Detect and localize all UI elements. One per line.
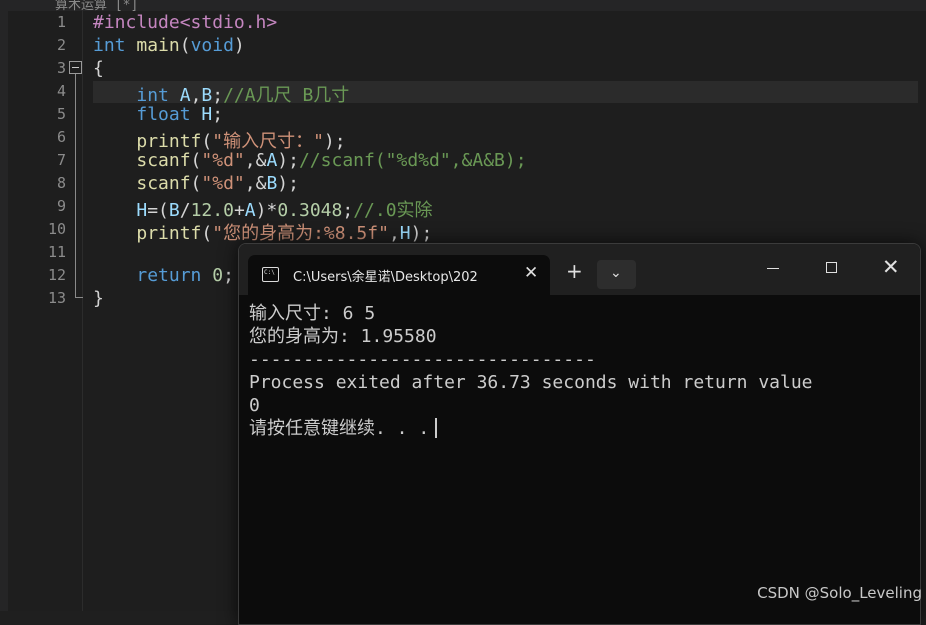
code-text[interactable]: return 0;	[93, 265, 234, 286]
code-line[interactable]: 4 int A,B;//A几尺 B几寸	[0, 80, 926, 106]
terminal-output[interactable]: 输入尺寸: 6 5 您的身高为: 1.95580 ---------------…	[249, 302, 909, 440]
output-line: 输入尺寸: 6 5	[249, 303, 376, 324]
watermark: CSDN @Solo_Leveling	[757, 584, 922, 602]
terminal-tab[interactable]: C:\Users\余星诺\Desktop\202 ✕	[248, 255, 550, 295]
code-line[interactable]: 8 scanf("%d",&B);	[0, 172, 926, 195]
code-text[interactable]: scanf("%d",&A);//scanf("%d%d",&A&B);	[93, 150, 526, 171]
code-line[interactable]: 10 printf("您的身高为:%8.5f",H);	[0, 218, 926, 244]
line-number: 2	[56, 36, 66, 54]
line-number: 5	[56, 105, 66, 123]
minimize-icon[interactable]	[767, 268, 779, 269]
code-text[interactable]: float H;	[93, 104, 223, 125]
code-line[interactable]: 2 int main(void)	[0, 34, 926, 57]
terminal-tab-title: C:\Users\余星诺\Desktop\202	[293, 270, 478, 285]
line-number: 13	[47, 289, 66, 307]
tab-dropdown-button[interactable]: ⌄	[597, 260, 636, 289]
code-line[interactable]: 7 scanf("%d",&A);//scanf("%d%d",&A&B);	[0, 149, 926, 172]
line-number: 9	[56, 197, 66, 215]
output-line: 0	[249, 395, 260, 416]
code-text[interactable]: int main(void)	[93, 35, 245, 56]
close-window-icon[interactable]: ✕	[882, 255, 900, 279]
line-number: 10	[47, 220, 66, 238]
code-text[interactable]: }	[93, 288, 104, 309]
code-line[interactable]: 5 float H;	[0, 103, 926, 126]
continue-prompt: 请按任意键继续. . .	[249, 418, 430, 439]
code-line[interactable]: 6 printf("输入尺寸：");	[0, 126, 926, 152]
terminal-window[interactable]: C:\Users\余星诺\Desktop\202 ✕ + ⌄ ✕ 输入尺寸: 6…	[238, 243, 921, 625]
line-number: 4	[56, 82, 66, 100]
line-number: 12	[47, 266, 66, 284]
chevron-down-icon: ⌄	[610, 265, 622, 281]
code-line[interactable]: 9 H=(B/12.0+A)*0.3048;//.0实除	[0, 195, 926, 221]
line-number: 6	[56, 128, 66, 146]
new-tab-plus-icon[interactable]: +	[566, 261, 583, 281]
code-text[interactable]: {	[93, 58, 104, 79]
output-line: 您的身高为: 1.95580	[249, 326, 437, 347]
editor-tab-strip: 算术运算 [*]	[0, 0, 926, 13]
code-line[interactable]: 3{	[0, 57, 926, 80]
text-cursor	[435, 418, 438, 438]
line-number: 8	[56, 174, 66, 192]
cmd-icon	[262, 267, 279, 282]
maximize-icon[interactable]	[826, 262, 837, 273]
tab-close-icon[interactable]: ✕	[524, 263, 538, 283]
terminal-titlebar[interactable]: C:\Users\余星诺\Desktop\202 ✕ + ⌄ ✕	[239, 244, 920, 295]
code-text[interactable]: scanf("%d",&B);	[93, 173, 299, 194]
output-line: Process exited after 36.73 seconds with …	[249, 372, 813, 393]
line-number: 7	[56, 151, 66, 169]
line-number: 3	[56, 59, 66, 77]
line-number: 11	[47, 243, 66, 261]
code-text[interactable]: #include<stdio.h>	[93, 12, 277, 33]
output-line: --------------------------------	[249, 349, 596, 370]
line-number: 1	[56, 13, 66, 31]
output-prompt-line: 请按任意键继续. . .	[249, 417, 909, 440]
code-line[interactable]: 1 #include<stdio.h>	[0, 11, 926, 34]
